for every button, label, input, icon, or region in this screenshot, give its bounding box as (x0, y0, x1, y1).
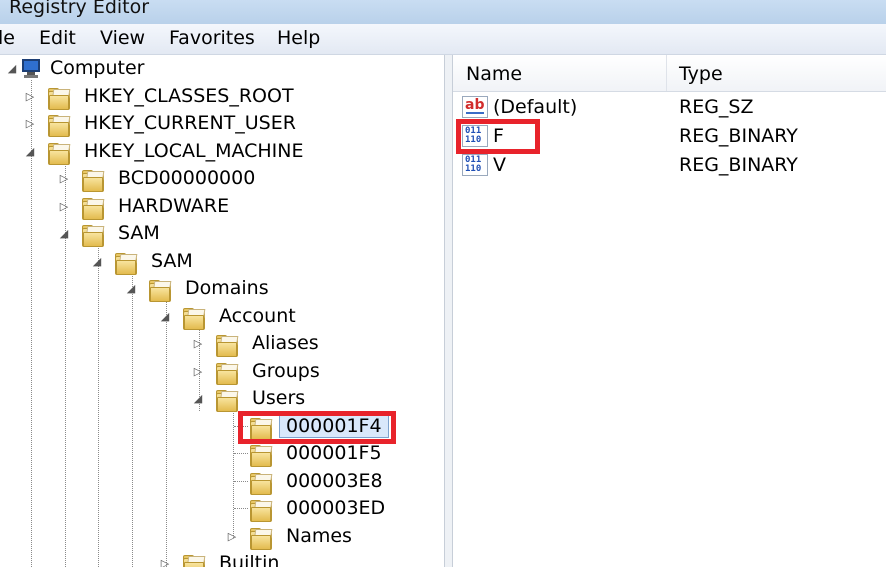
folder-icon (48, 86, 71, 110)
value-row-v[interactable]: 011 110 V REG_BINARY (453, 152, 886, 180)
tree-item-000003e8[interactable]: 000003E8 (226, 470, 442, 496)
folder-icon (250, 526, 273, 550)
menu-help[interactable]: Help (277, 27, 320, 49)
binary-value-icon: 011 110 (462, 154, 488, 176)
column-separator[interactable] (666, 55, 667, 91)
expand-arrow-icon[interactable]: ▷ (192, 364, 204, 380)
pane-splitter[interactable] (444, 55, 453, 567)
string-value-icon: ab (462, 96, 488, 118)
tree-item-label: HKEY_CURRENT_USER (84, 112, 296, 134)
tree-item-label: SAM (118, 222, 160, 244)
title-bar: Registry Editor (0, 0, 886, 24)
tree-item-hkey-current-user[interactable]: ▷ HKEY_CURRENT_USER (24, 112, 344, 138)
annotation-highlight-box (456, 119, 540, 154)
folder-icon (82, 196, 105, 220)
window-title: Registry Editor (9, 0, 150, 18)
tree-item-label: Groups (252, 360, 320, 382)
value-type: REG_BINARY (679, 125, 798, 147)
tree-item-label: HARDWARE (118, 195, 230, 217)
expand-arrow-icon[interactable]: ▷ (192, 336, 204, 352)
folder-icon (216, 333, 239, 357)
list-header: Name Type (453, 55, 886, 92)
tree-item-hkey-classes-root[interactable]: ▷ HKEY_CLASSES_ROOT (24, 85, 344, 111)
collapse-arrow-icon[interactable]: ◢ (91, 254, 103, 270)
collapse-arrow-icon[interactable]: ◢ (192, 391, 204, 407)
folder-icon (216, 361, 239, 385)
folder-icon (183, 306, 206, 330)
expand-arrow-icon[interactable]: ▷ (24, 89, 36, 105)
collapse-arrow-icon[interactable]: ◢ (6, 61, 18, 77)
tree-item-aliases[interactable]: ▷ Aliases (192, 332, 442, 358)
menu-edit[interactable]: Edit (39, 27, 76, 49)
tree-item-names[interactable]: ▷ Names (226, 525, 442, 551)
folder-icon (48, 141, 71, 165)
tree-item-label: Names (286, 525, 352, 547)
tree-item-label: 000001F5 (286, 442, 382, 464)
tree-item-builtin[interactable]: ▷ Builtin (159, 552, 439, 567)
folder-icon (250, 443, 273, 467)
folder-icon (115, 251, 138, 275)
tree-item-label: HKEY_CLASSES_ROOT (84, 85, 294, 107)
collapse-arrow-icon[interactable]: ◢ (159, 309, 171, 325)
tree-item-label: 000003ED (286, 497, 386, 519)
value-name: (Default) (493, 96, 578, 118)
collapse-arrow-icon[interactable]: ◢ (125, 281, 137, 297)
expand-arrow-icon[interactable]: ▷ (24, 116, 36, 132)
menu-favorites[interactable]: Favorites (169, 27, 255, 49)
tree-item-000001f5[interactable]: 000001F5 (226, 442, 442, 468)
menu-bar: le Edit View Favorites Help (0, 24, 886, 55)
value-row-default[interactable]: ab (Default) REG_SZ (453, 94, 886, 122)
menu-view[interactable]: View (100, 27, 145, 49)
value-type: REG_BINARY (679, 154, 798, 176)
tree-item-label: BCD00000000 (118, 167, 256, 189)
tree-item-account[interactable]: ◢ Account (159, 305, 439, 331)
expand-arrow-icon[interactable]: ▷ (58, 171, 70, 187)
tree-item-users[interactable]: ◢ Users (192, 387, 442, 413)
computer-icon (20, 59, 42, 79)
tree-item-label: 000003E8 (286, 470, 383, 492)
values-list-pane[interactable]: Name Type ab (Default) REG_SZ 011 110 F … (453, 55, 886, 567)
menu-file[interactable]: le (0, 27, 15, 49)
tree-item-label: Computer (50, 57, 145, 79)
tree-item-label: HKEY_LOCAL_MACHINE (84, 140, 304, 162)
column-header-name[interactable]: Name (466, 55, 522, 91)
folder-icon (250, 498, 273, 522)
value-name: V (493, 154, 506, 176)
value-type: REG_SZ (679, 96, 754, 118)
tree-item-hkey-local-machine[interactable]: ◢ HKEY_LOCAL_MACHINE (24, 140, 344, 166)
tree-item-label: SAM (151, 250, 193, 272)
tree-item-hardware[interactable]: ▷ HARDWARE (58, 195, 358, 221)
tree-item-label: Aliases (252, 332, 319, 354)
column-header-type[interactable]: Type (679, 55, 723, 91)
tree-item-label: Account (219, 305, 296, 327)
tree-item-sam-child[interactable]: ◢ SAM (91, 250, 391, 276)
tree-item-000003ed[interactable]: 000003ED (226, 497, 442, 523)
folder-icon (216, 388, 239, 412)
tree-item-label: Domains (185, 277, 269, 299)
folder-icon (183, 553, 206, 567)
folder-icon (82, 223, 105, 247)
folder-icon (149, 278, 172, 302)
folder-icon (82, 168, 105, 192)
annotation-highlight-box (238, 411, 396, 444)
tree-item-bcd00000000[interactable]: ▷ BCD00000000 (58, 167, 358, 193)
folder-icon (250, 471, 273, 495)
tree-item-domains[interactable]: ◢ Domains (125, 277, 425, 303)
tree-item-label: Builtin (219, 552, 280, 567)
tree-item-groups[interactable]: ▷ Groups (192, 360, 442, 386)
expand-arrow-icon[interactable]: ▷ (226, 529, 238, 545)
registry-tree-pane[interactable]: ◢ Computer ▷ HKEY_CLASSES_ROOT ▷ HKEY_CU… (0, 55, 444, 567)
expand-arrow-icon[interactable]: ▷ (159, 556, 171, 567)
tree-item-sam[interactable]: ◢ SAM (58, 222, 358, 248)
collapse-arrow-icon[interactable]: ◢ (24, 144, 36, 160)
collapse-arrow-icon[interactable]: ◢ (58, 226, 70, 242)
expand-arrow-icon[interactable]: ▷ (58, 199, 70, 215)
tree-item-label: Users (252, 387, 306, 409)
tree-item-computer[interactable]: ◢ Computer (4, 57, 304, 83)
folder-icon (48, 113, 71, 137)
